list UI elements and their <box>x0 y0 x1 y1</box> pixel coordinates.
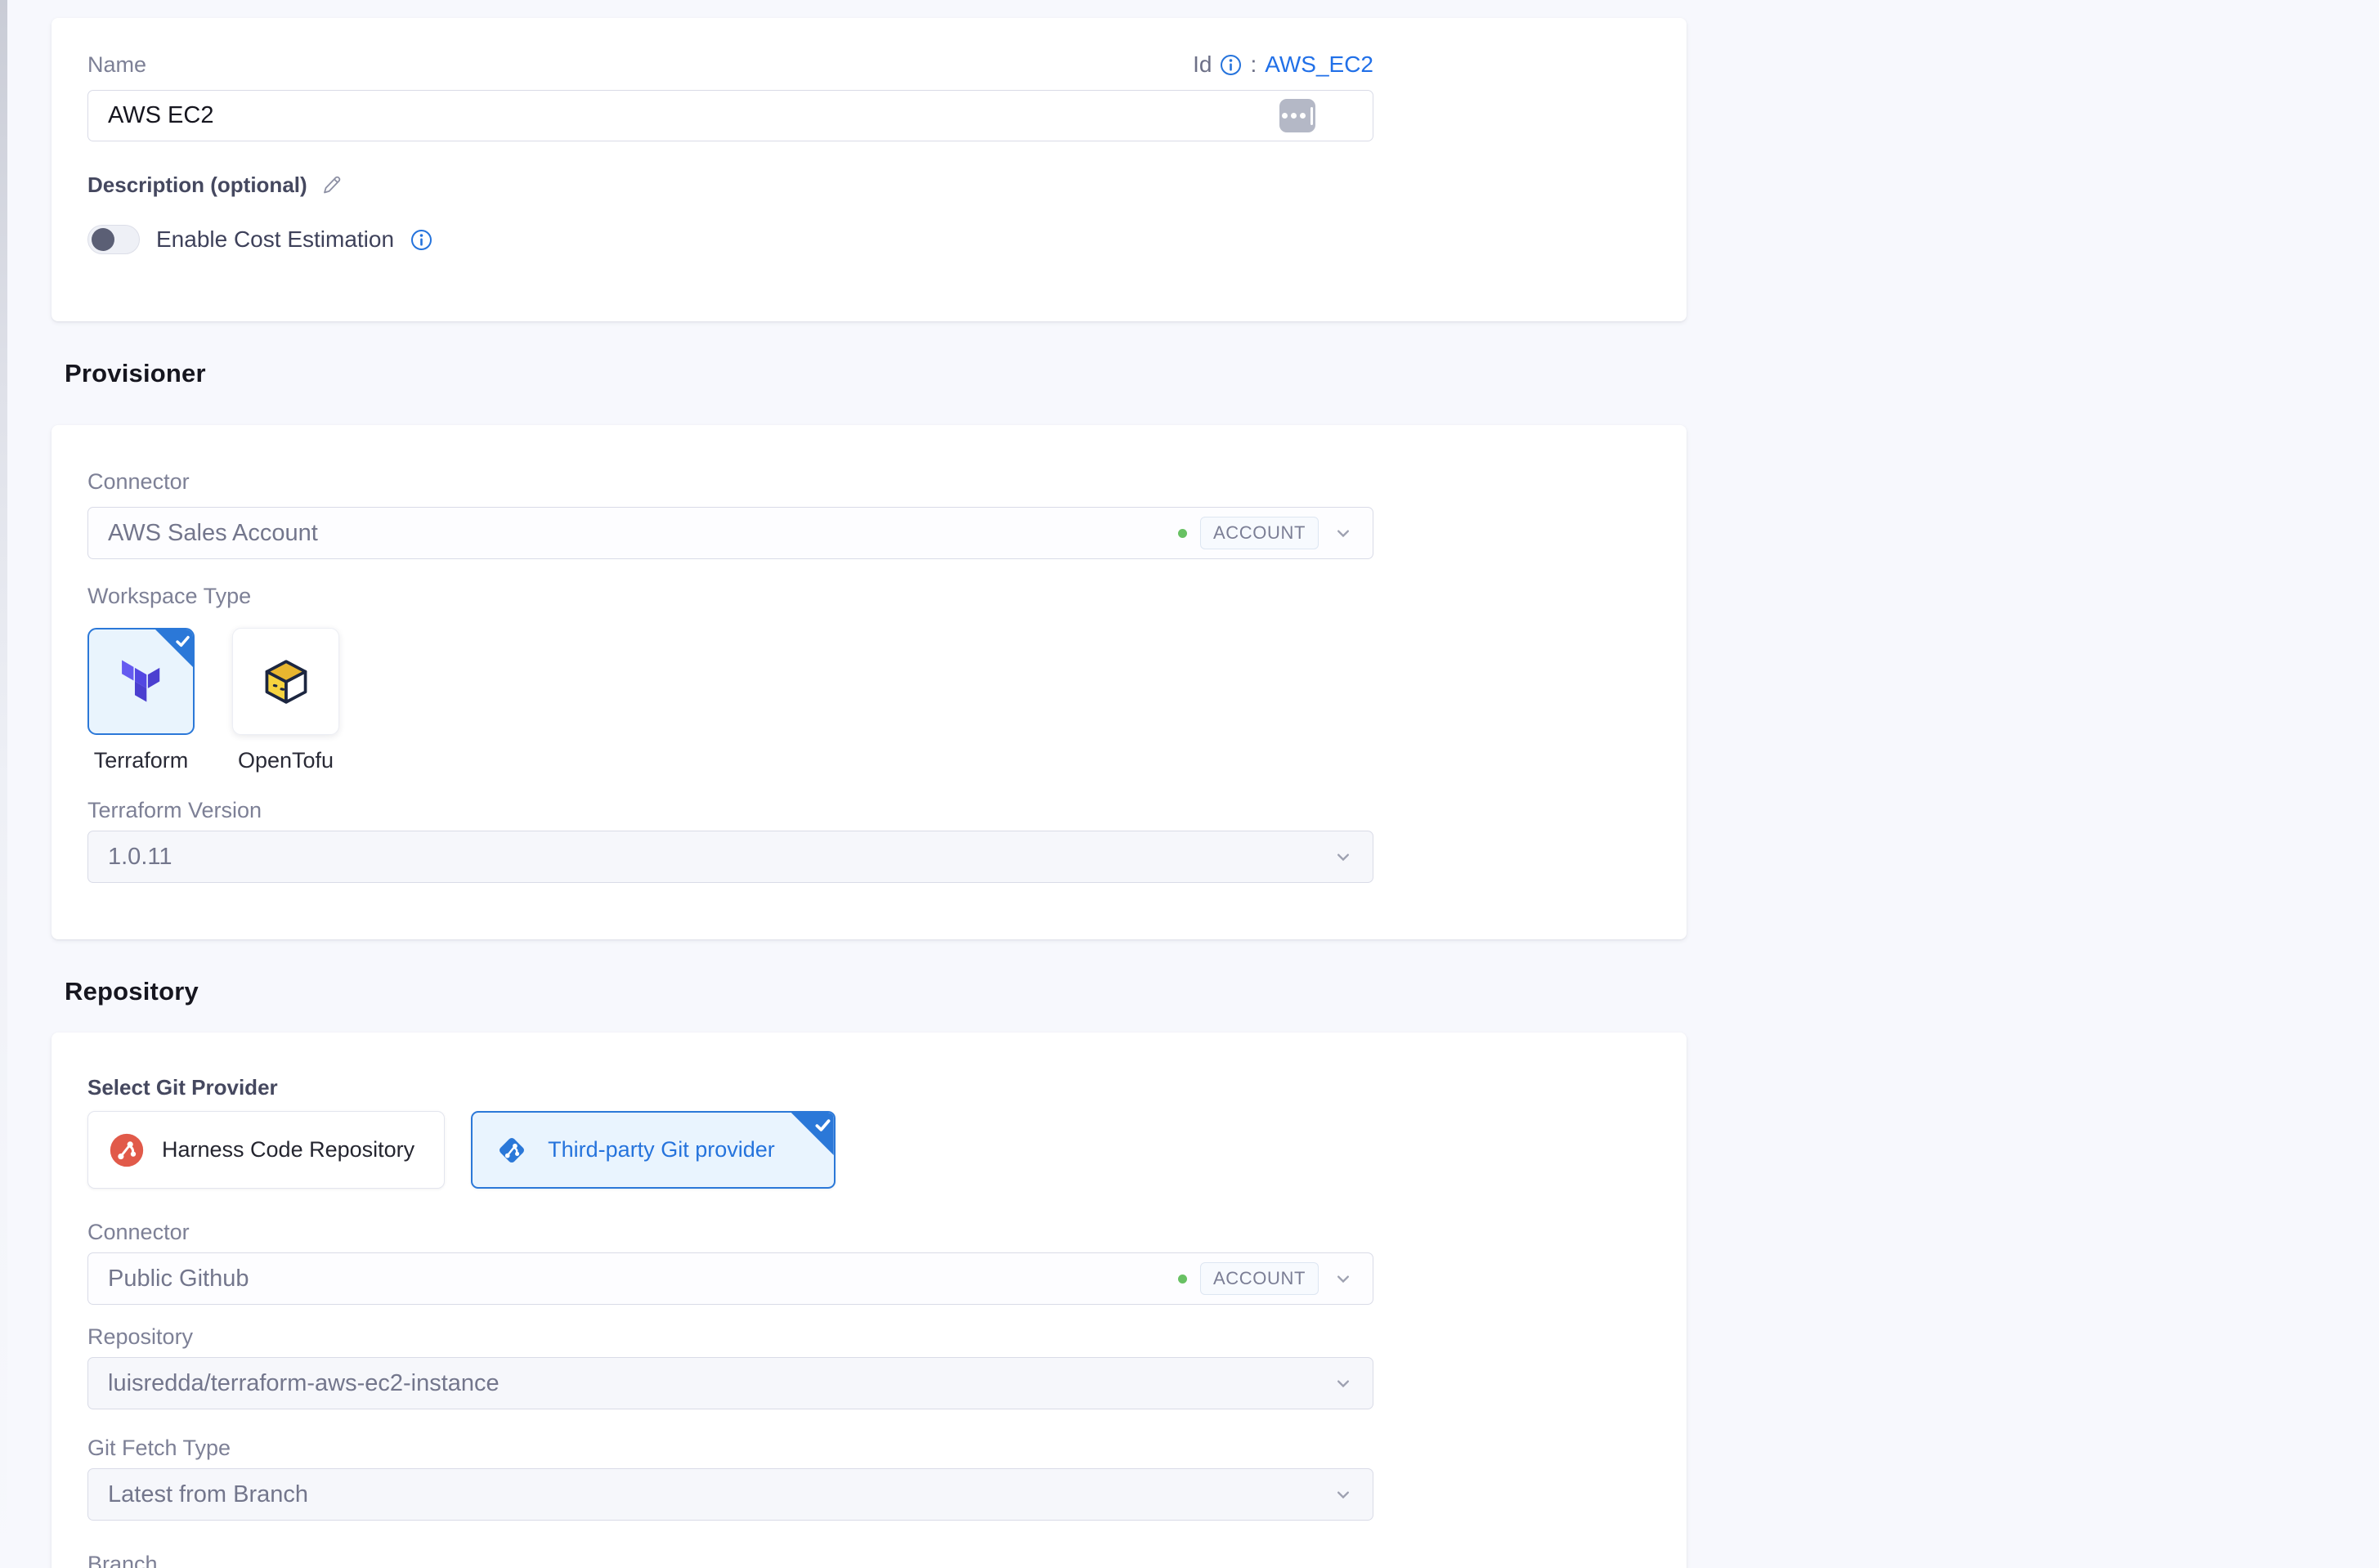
info-icon[interactable] <box>1220 54 1242 76</box>
id-value: AWS_EC2 <box>1265 52 1373 78</box>
repository-heading: Repository <box>65 977 1687 1006</box>
git-fetch-type-select[interactable]: Latest from Branch <box>87 1468 1373 1521</box>
check-icon <box>174 633 191 650</box>
git-provider-label: Select Git Provider <box>87 1073 1651 1101</box>
provisioner-card: Connector AWS Sales Account ACCOUNT Work… <box>52 425 1687 939</box>
terraform-version-label: Terraform Version <box>87 796 1651 824</box>
git-provider-thirdparty-label: Third-party Git provider <box>548 1137 775 1163</box>
name-label: Name <box>87 51 146 78</box>
check-icon <box>813 1116 832 1135</box>
name-input-value: AWS EC2 <box>108 102 1279 129</box>
repository-connector-select[interactable]: Public Github ACCOUNT <box>87 1252 1373 1305</box>
opentofu-icon <box>261 656 311 707</box>
git-provider-thirdparty-button[interactable]: Third-party Git provider <box>471 1111 836 1189</box>
id-label: Id <box>1193 52 1212 78</box>
workspace-settings-form: Name Id : AWS_EC2 AWS EC2 Description (o… <box>52 0 1687 1568</box>
text-cursor-icon <box>1279 99 1315 132</box>
workspace-type-label: Workspace Type <box>87 582 1651 610</box>
git-icon <box>494 1132 530 1168</box>
repository-card: Select Git Provider Harness Code Reposit… <box>52 1033 1687 1568</box>
git-provider-harness-label: Harness Code Repository <box>162 1137 414 1163</box>
tile-label-terraform: Terraform <box>94 748 189 773</box>
cost-estimation-toggle[interactable] <box>87 225 140 254</box>
selected-corner <box>791 1113 834 1155</box>
edit-pencil-icon[interactable] <box>320 173 343 196</box>
scope-badge: ACCOUNT <box>1200 1262 1319 1295</box>
terraform-version-select[interactable]: 1.0.11 <box>87 831 1373 883</box>
workspace-type-terraform[interactable] <box>87 628 195 735</box>
workspace-type-opentofu[interactable] <box>232 628 339 735</box>
connector-status-dot <box>1178 529 1187 538</box>
repository-select[interactable]: luisredda/terraform-aws-ec2-instance <box>87 1357 1373 1409</box>
harness-code-icon <box>110 1133 144 1167</box>
connector-label: Connector <box>87 1218 1651 1246</box>
connector-label: Connector <box>87 468 1651 495</box>
description-label: Description (optional) <box>87 171 307 199</box>
id-separator: : <box>1250 52 1257 78</box>
panel-edge <box>0 0 7 1568</box>
workspace-id: Id : AWS_EC2 <box>1193 52 1373 78</box>
terraform-icon <box>118 658 165 706</box>
chevron-down-icon <box>1332 1267 1355 1290</box>
provisioner-connector-select[interactable]: AWS Sales Account ACCOUNT <box>87 507 1373 559</box>
info-icon[interactable] <box>410 229 432 251</box>
chevron-down-icon <box>1332 1372 1355 1395</box>
scope-badge: ACCOUNT <box>1200 517 1319 549</box>
chevron-down-icon <box>1332 522 1355 544</box>
git-provider-harness-button[interactable]: Harness Code Repository <box>87 1111 445 1189</box>
repository-label: Repository <box>87 1323 1651 1351</box>
provisioner-heading: Provisioner <box>65 359 1687 388</box>
workspace-details-card: Name Id : AWS_EC2 AWS EC2 Description (o… <box>52 18 1687 321</box>
tile-label-opentofu: OpenTofu <box>238 748 334 773</box>
chevron-down-icon <box>1332 1483 1355 1506</box>
chevron-down-icon <box>1332 845 1355 868</box>
git-fetch-type-label: Git Fetch Type <box>87 1434 1651 1462</box>
name-input[interactable]: AWS EC2 <box>87 90 1373 141</box>
cost-estimation-label: Enable Cost Estimation <box>156 226 394 253</box>
connector-status-dot <box>1178 1275 1187 1284</box>
branch-label: Branch <box>87 1550 1651 1568</box>
